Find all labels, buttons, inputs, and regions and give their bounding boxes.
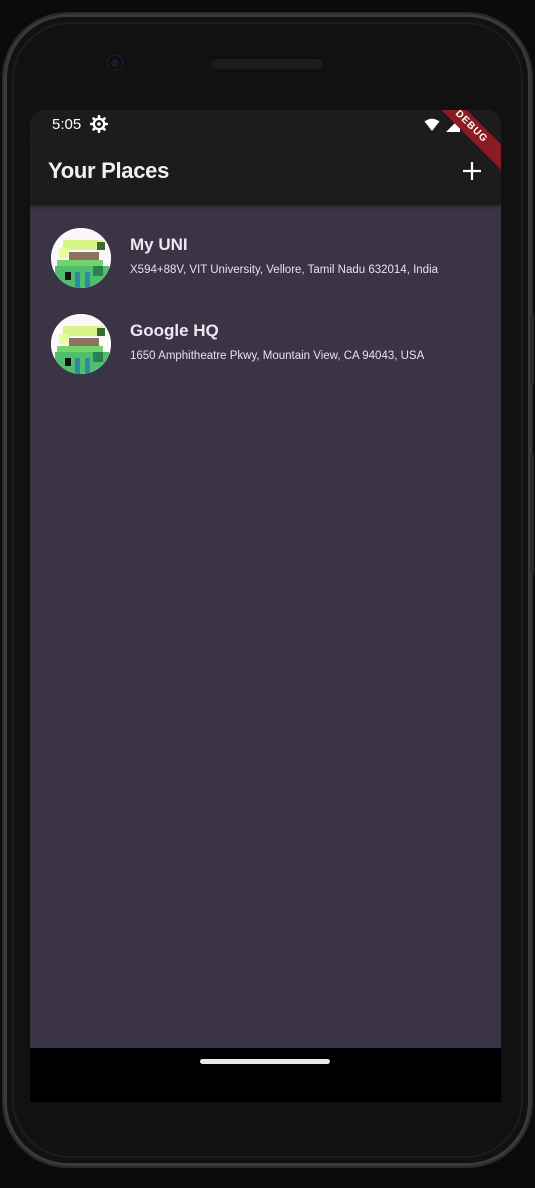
front-camera (108, 56, 122, 70)
page-title: Your Places (48, 158, 170, 183)
place-title: My UNI (130, 235, 188, 254)
place-thumbnail (51, 314, 111, 374)
plus-icon (463, 162, 481, 180)
list-item[interactable]: My UNI X594+88V, VIT University, Vellore… (30, 205, 501, 291)
status-bar: 5:05 (30, 110, 501, 140)
add-place-button[interactable] (457, 156, 487, 186)
earpiece-speaker (210, 57, 324, 69)
wifi-icon (424, 118, 440, 136)
app-bar: Your Places (30, 140, 501, 205)
places-list: My UNI X594+88V, VIT University, Vellore… (30, 205, 501, 377)
navigation-bar (30, 1048, 501, 1102)
place-address: X594+88V, VIT University, Vellore, Tamil… (130, 264, 439, 276)
place-title: Google HQ (130, 321, 219, 340)
place-address: 1650 Amphitheatre Pkwy, Mountain View, C… (130, 350, 425, 362)
volume-button (530, 454, 534, 574)
home-indicator[interactable] (200, 1059, 330, 1064)
list-item[interactable]: Google HQ 1650 Amphitheatre Pkwy, Mounta… (30, 291, 501, 377)
status-time: 5:05 (52, 116, 82, 133)
app-screen: 5:05 DEBUG Your Places My UNI X594+88V, … (30, 110, 501, 1048)
settings-icon (89, 114, 109, 134)
place-thumbnail (51, 228, 111, 288)
power-button (530, 314, 534, 384)
